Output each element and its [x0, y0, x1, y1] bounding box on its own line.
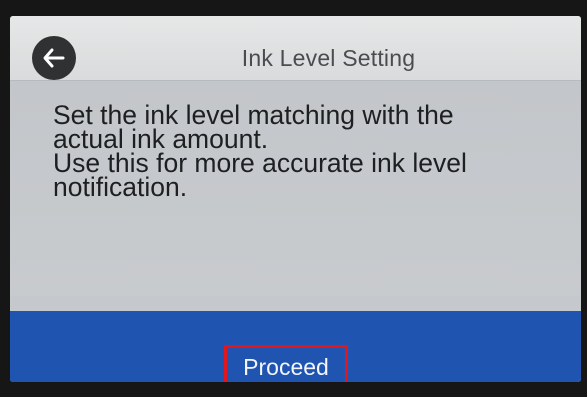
back-arrow-icon [43, 48, 65, 68]
page-title: Ink Level Setting [241, 45, 416, 71]
printer-screen: Ink Level Setting Set the ink level matc… [10, 16, 581, 382]
back-button[interactable] [32, 36, 76, 80]
header-bar: Ink Level Setting [10, 16, 581, 81]
device-bezel: Ink Level Setting Set the ink level matc… [0, 0, 587, 397]
proceed-button[interactable]: Proceed [224, 345, 348, 382]
message-text: Set the ink level matching with the actu… [53, 102, 553, 202]
message-line: notification. [53, 172, 188, 202]
footer-bar: Proceed [10, 311, 581, 382]
